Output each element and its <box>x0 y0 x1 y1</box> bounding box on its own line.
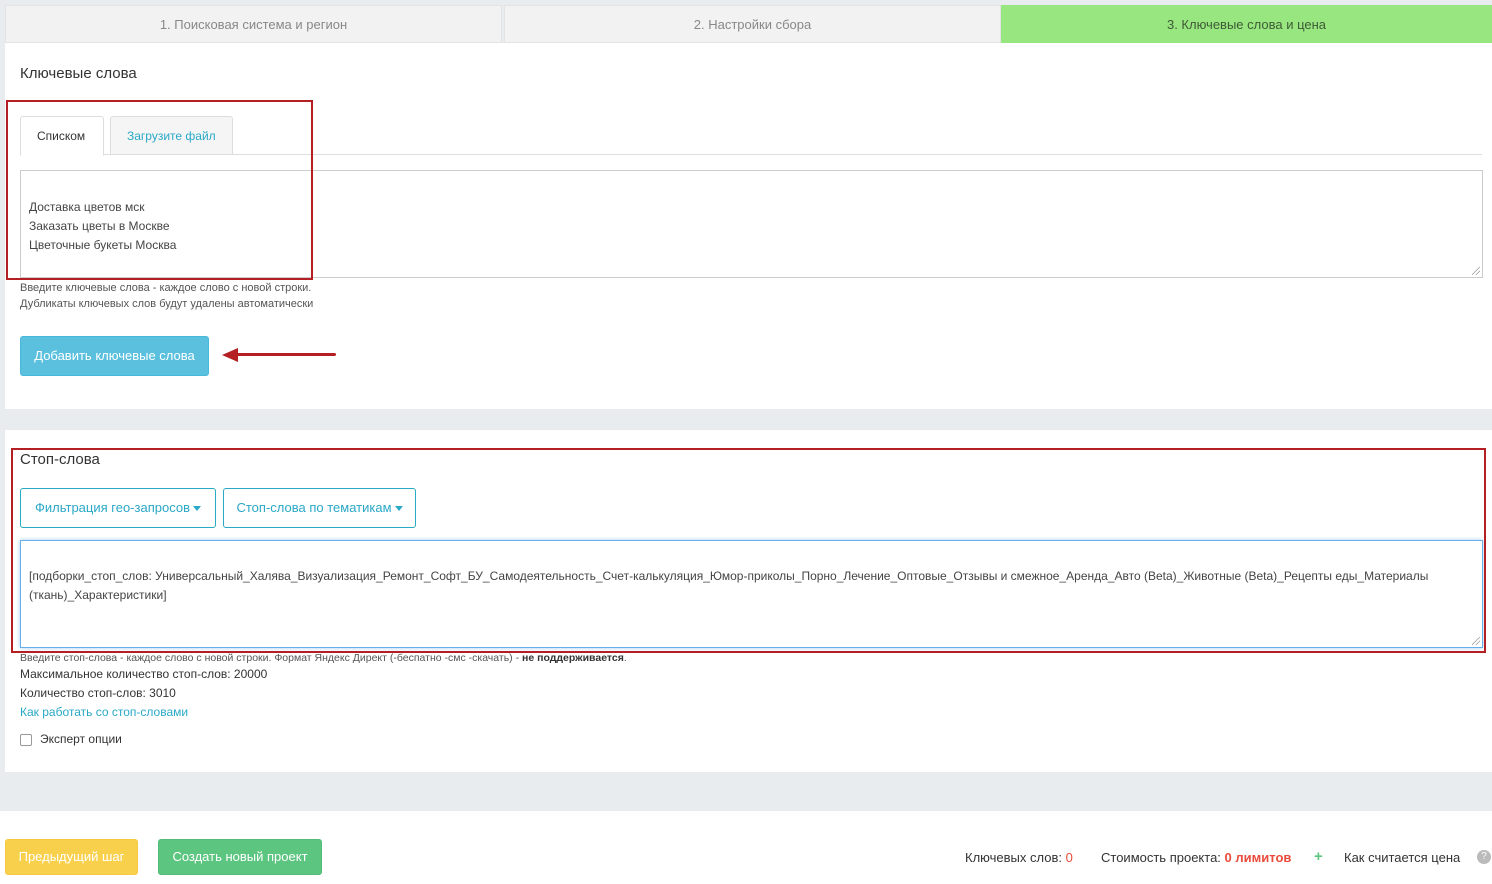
max-stopwords-count: Максимальное количество стоп-слов: 20000 <box>20 667 268 681</box>
keywords-title: Ключевые слова <box>20 65 137 82</box>
step-collection-settings[interactable]: 2. Настройки сбора <box>504 5 1001 43</box>
stopwords-textarea[interactable]: [подборки_стоп_слов: Универсальный_Халяв… <box>20 540 1483 648</box>
step-search-engine-region[interactable]: 1. Поисковая система и регион <box>5 5 502 43</box>
tab-upload-file[interactable]: Загрузите файл <box>110 116 233 155</box>
annotation-arrow-icon <box>222 348 336 362</box>
project-cost-value: 0 лимитов <box>1224 850 1292 865</box>
topic-stopwords-dropdown[interactable]: Стоп-слова по тематикам <box>223 488 416 528</box>
stopwords-title: Стоп-слова <box>20 451 100 468</box>
step-keywords-price[interactable]: 3. Ключевые слова и цена <box>1001 5 1492 43</box>
how-price-link[interactable]: Как считается цена <box>1344 850 1460 865</box>
expert-options-label: Эксперт опции <box>40 732 122 746</box>
geo-filter-dropdown[interactable]: Фильтрация гео-запросов <box>20 488 216 528</box>
stopwords-count: Количество стоп-слов: 3010 <box>20 686 176 700</box>
keywords-hint: Введите ключевые слова - каждое слово с … <box>20 280 313 312</box>
wizard-steps: 1. Поисковая система и регион 2. Настрой… <box>5 5 1492 43</box>
expert-options-checkbox[interactable] <box>20 734 32 746</box>
keywords-count-stat: Ключевых слов: 0 <box>965 850 1073 865</box>
keywords-tabs: Списком Загрузите файл <box>20 116 1482 156</box>
stopwords-textarea-value: [подборки_стоп_слов: Универсальный_Халяв… <box>29 569 1429 602</box>
geo-filter-label: Фильтрация гео-запросов <box>35 500 190 515</box>
tab-list[interactable]: Списком <box>20 116 104 156</box>
project-cost-stat: Стоимость проекта: 0 лимитов <box>1101 850 1291 865</box>
create-project-button[interactable]: Создать новый проект <box>158 839 322 875</box>
how-to-stopwords-link[interactable]: Как работать со стоп-словами <box>20 705 188 719</box>
topic-stopwords-label: Стоп-слова по тематикам <box>236 500 392 515</box>
keywords-hint-line2: Дубликаты ключевых слов будут удалены ав… <box>20 298 314 310</box>
help-icon[interactable]: ? <box>1477 850 1491 864</box>
stopwords-hint-text: Введите стоп-слова - каждое слово с ново… <box>20 652 522 664</box>
stopwords-hint: Введите стоп-слова - каждое слово с ново… <box>20 650 627 666</box>
keywords-count-value: 0 <box>1065 850 1073 865</box>
add-keywords-button[interactable]: Добавить ключевые слова <box>20 336 209 376</box>
caret-down-icon <box>192 506 201 512</box>
previous-step-button[interactable]: Предыдущий шаг <box>5 839 138 875</box>
add-limits-icon[interactable]: + <box>1314 848 1323 865</box>
resize-grip-icon[interactable] <box>1472 267 1480 275</box>
keywords-count-label: Ключевых слов: <box>965 850 1062 865</box>
caret-down-icon <box>394 506 403 512</box>
keywords-hint-line1: Введите ключевые слова - каждое слово с … <box>20 282 312 294</box>
resize-grip-icon[interactable] <box>1472 637 1480 645</box>
stopwords-hint-bold: не поддерживается <box>522 652 624 664</box>
keywords-textarea-value: Доставка цветов мск Заказать цветы в Мос… <box>29 200 177 252</box>
keywords-textarea[interactable]: Доставка цветов мск Заказать цветы в Мос… <box>20 170 1483 278</box>
project-cost-label: Стоимость проекта: <box>1101 850 1221 865</box>
stopwords-hint-end: . <box>623 652 627 664</box>
